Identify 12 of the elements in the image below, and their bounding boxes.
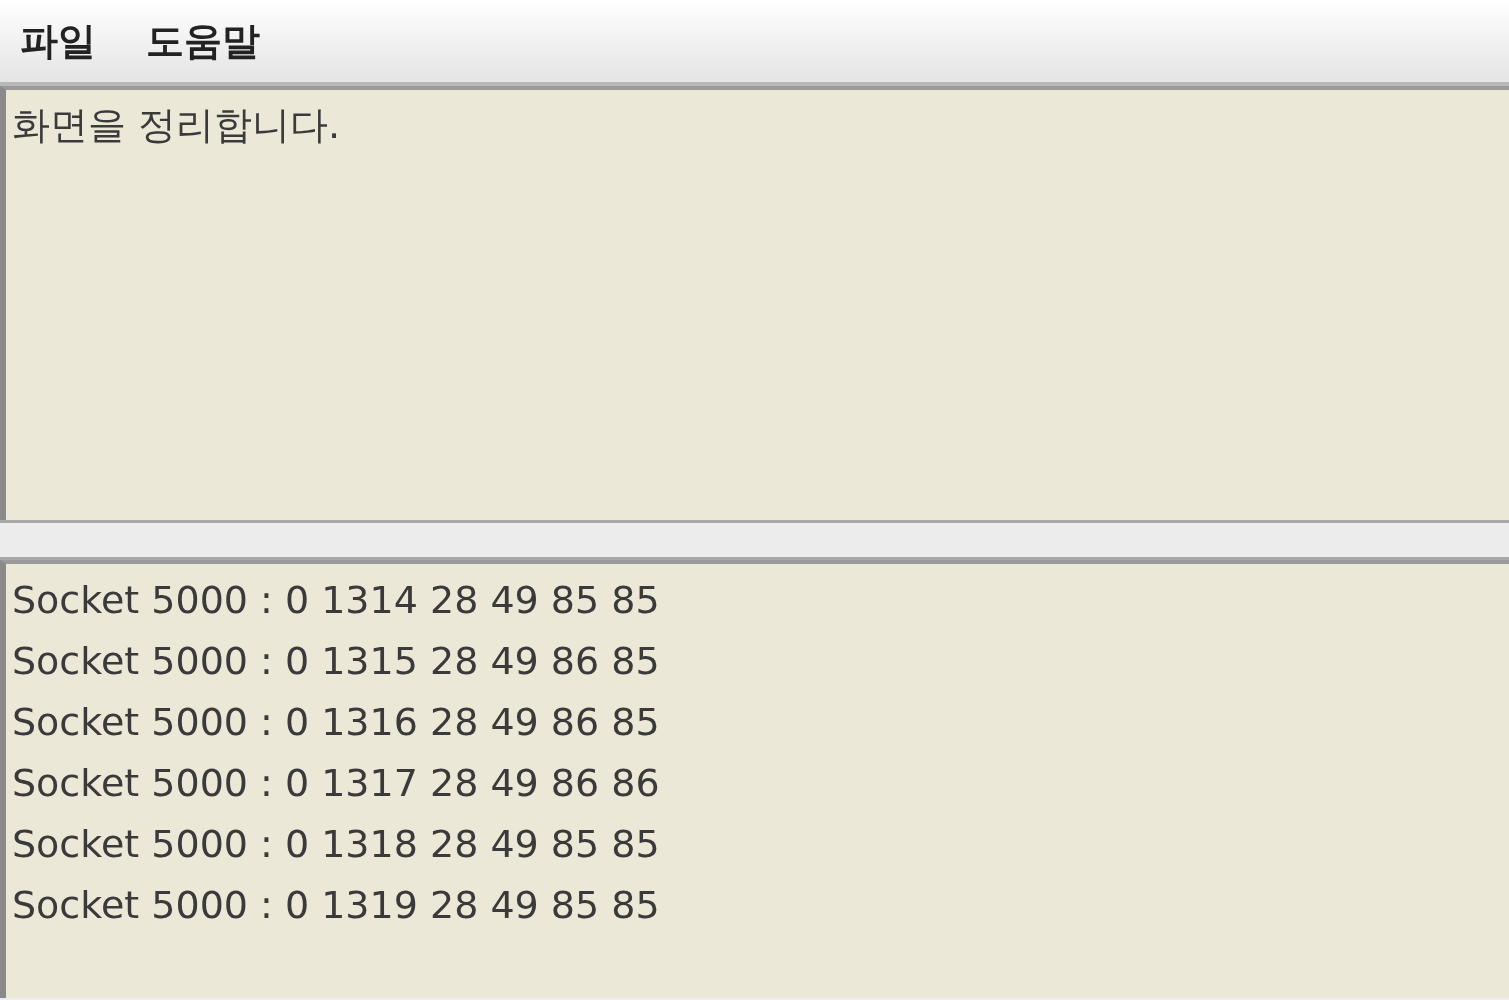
socket-line: Socket 5000 : 0 1316 28 49 86 85 [12,699,661,746]
socket-line: Socket 5000 : 0 1314 28 49 85 85 [12,577,661,624]
socket-line: Socket 5000 : 0 1318 28 49 85 85 [12,821,661,868]
socket-line: Socket 5000 : 0 1315 28 49 86 85 [12,638,661,685]
socket-line: Socket 5000 : 0 1319 28 49 85 85 [12,882,661,929]
splitter-bar[interactable] [0,520,1509,560]
socket-text-area[interactable]: Socket 5000 : 0 1314 28 49 85 85 Socket 5000 : 0 1315 28 49 86 85 Socket 5000 : 0 1316 28 49 86 85 Socket 5000 : 0 1317 28 49 86 86 Socket 5000 : 0 1318 28 49 85 85 Socket 5000 : 0 1319 28 49 85 85 [0,560,1509,998]
log-text-area[interactable]: 화면을 정리합니다. [0,86,1509,520]
log-line: 화면을 정리합니다. [12,102,342,149]
menu-item[interactable]: 도움말 [146,15,260,67]
socket-line: Socket 5000 : 0 1317 28 49 86 86 [12,760,661,807]
menu-item[interactable]: 파일 [20,15,96,67]
